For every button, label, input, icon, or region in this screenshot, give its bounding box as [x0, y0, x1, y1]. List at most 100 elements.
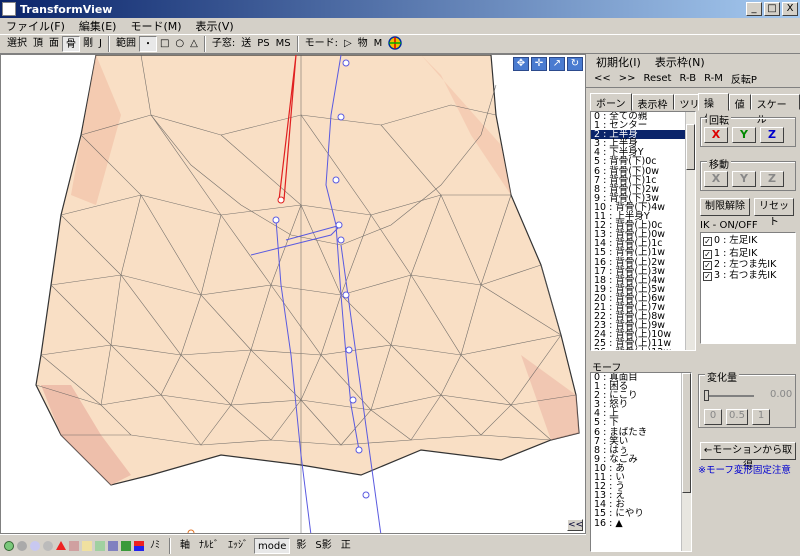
mode-label: モード: — [304, 38, 338, 49]
tool-rigid[interactable]: 剛 — [80, 36, 96, 52]
mode-toggle[interactable]: mode — [254, 537, 291, 554]
bone-list-item[interactable]: 26 : 背骨(上)12w — [591, 348, 695, 350]
change-value: 0.00 — [770, 389, 793, 400]
nav-next[interactable]: >> — [619, 73, 636, 84]
tool-range[interactable]: 範囲 — [113, 36, 139, 52]
joint-display-icon[interactable] — [82, 540, 92, 551]
morph-list-item[interactable]: 16 : ▲ — [591, 518, 691, 528]
ik-checkbox[interactable]: ✓ — [703, 261, 712, 270]
menu-file[interactable]: ファイル(F) — [6, 18, 65, 34]
slider-thumb[interactable] — [704, 390, 709, 401]
edge-toggle[interactable]: ｴｯｼﾞ — [225, 538, 251, 554]
tab-display-frame[interactable]: 表示枠 — [631, 94, 674, 111]
menu-view[interactable]: 表示(V) — [196, 18, 234, 34]
change-legend: 変化量 — [705, 369, 739, 384]
tool-play[interactable]: ▷ — [341, 36, 355, 52]
tool-m[interactable]: M — [371, 36, 386, 52]
menu-mode[interactable]: モード(M) — [130, 18, 181, 34]
morph-list[interactable]: 0 : 真面目 1 : 困る 2 : にこり 3 : 怒り 4 : 上5 : 下6 : … — [590, 372, 692, 552]
rotate-x-button[interactable]: X — [704, 127, 728, 143]
tool-joint[interactable]: J — [96, 36, 105, 52]
tool-ms[interactable]: MS — [273, 36, 294, 52]
tool-physics[interactable]: 物 — [355, 36, 371, 52]
tab-value[interactable]: 値 — [728, 94, 751, 111]
ortho-toggle[interactable]: 正 — [338, 538, 354, 554]
zoom-icon[interactable]: ↗ — [549, 57, 565, 71]
tab-scale[interactable]: スケール — [750, 94, 800, 126]
move-view-icon[interactable]: ✥ — [513, 57, 529, 71]
morph-notice: ※モーフ変形固定注意 — [698, 465, 791, 476]
maximize-button[interactable]: □ — [764, 2, 780, 16]
reset-button[interactable]: リセット — [754, 198, 794, 228]
change-half-button[interactable]: 0.5 — [726, 409, 748, 425]
tab-operation[interactable]: 操作 — [698, 93, 729, 125]
get-from-motion-button[interactable]: ←モーションから取得 — [700, 442, 796, 472]
menu-initialize[interactable]: 初期化(I) — [596, 54, 641, 70]
tool-circle[interactable]: ○ — [172, 36, 187, 52]
bone-display-icon[interactable] — [43, 540, 53, 551]
vertex-display-icon[interactable] — [4, 540, 14, 551]
minimize-button[interactable]: _ — [746, 2, 762, 16]
plant-icon[interactable] — [121, 540, 131, 551]
tool-send[interactable]: 送 — [238, 36, 254, 52]
pan-icon[interactable]: ✛ — [531, 57, 547, 71]
close-button[interactable]: X — [782, 2, 798, 16]
move-y-button[interactable]: Y — [732, 171, 756, 187]
ik-item-3: 3 : 右つま先IK — [714, 270, 777, 281]
child-window-label: 子窓: — [211, 38, 236, 49]
ik-checkbox[interactable]: ✓ — [703, 237, 712, 246]
nav-reset[interactable]: Reset — [644, 73, 672, 84]
ik-item-1: 1 : 右足IK — [714, 248, 758, 259]
change-0-button[interactable]: 0 — [704, 409, 722, 425]
tool-ps[interactable]: PS — [254, 36, 272, 52]
release-limit-button[interactable]: 制限解除 — [700, 198, 750, 216]
menu-edit[interactable]: 編集(E) — [79, 18, 117, 34]
rotate-z-button[interactable]: Z — [760, 127, 784, 143]
3d-viewport[interactable]: ✥ ✛ ↗ ↻ << — [0, 54, 586, 534]
menu-display-frame[interactable]: 表示枠(N) — [655, 54, 705, 70]
move-z-button[interactable]: Z — [760, 171, 784, 187]
globe-icon[interactable] — [385, 36, 405, 52]
tool-bone[interactable]: 骨 — [62, 36, 80, 52]
window-title: TransformView — [20, 2, 113, 16]
tool-face[interactable]: 面 — [46, 36, 62, 52]
move-legend: 移動 — [707, 156, 731, 171]
nav-rb[interactable]: R-B — [679, 73, 696, 84]
tool-select[interactable]: 選択 — [4, 36, 30, 52]
nav-flip[interactable]: 反転P — [731, 71, 757, 86]
tab-bone[interactable]: ボーン — [590, 93, 632, 111]
navi-toggle[interactable]: ﾅﾙﾋﾞ — [196, 538, 222, 554]
rotate-view-icon[interactable]: ↻ — [567, 57, 583, 71]
title-bar: TransformView _ □ X — [0, 0, 800, 18]
toolbar: 選択 頂 面 骨 剛 J 範囲 ・ □ ○ △ 子窓: 送 PS MS モード:… — [0, 34, 800, 54]
texture-display-icon[interactable] — [95, 540, 105, 551]
rotate-y-button[interactable]: Y — [732, 127, 756, 143]
bottom-toolbar: ﾉﾐ 軸 ﾅﾙﾋﾞ ｴｯｼﾞ mode 影 S影 正 — [0, 534, 586, 556]
collapse-panel-button[interactable]: << — [567, 519, 583, 531]
camera-icon[interactable] — [108, 540, 118, 551]
self-shadow-toggle[interactable]: S影 — [312, 538, 334, 554]
ik-list[interactable]: ✓ 0 : 左足IK ✓ 1 : 右足IK ✓ 2 : 左つま先IK ✓ 3 : 右つま… — [700, 232, 796, 344]
change-slider[interactable] — [704, 395, 754, 397]
ik-item-0: 0 : 左足IK — [714, 235, 758, 246]
tool-triangle[interactable]: △ — [187, 36, 201, 52]
triangle-red-icon[interactable] — [56, 541, 66, 550]
axis-toggle[interactable]: 軸 — [177, 538, 193, 554]
shadow-toggle[interactable]: 影 — [293, 538, 309, 554]
ik-checkbox[interactable]: ✓ — [703, 272, 712, 281]
color-icon[interactable] — [134, 540, 144, 551]
nav-prev[interactable]: << — [594, 73, 611, 84]
bone-list[interactable]: 0 : 全ての親 1 : センター 2 : 上半身 3 : 上半身 4 : 下半身Y 5 … — [590, 111, 696, 351]
tool-rect[interactable]: □ — [157, 36, 172, 52]
tool-vertex[interactable]: 頂 — [30, 36, 46, 52]
material-display-icon[interactable] — [30, 540, 40, 551]
rigid-display-icon[interactable] — [69, 540, 79, 551]
mesh-display-icon[interactable] — [17, 540, 27, 551]
nomi-toggle[interactable]: ﾉﾐ — [147, 538, 163, 554]
menu-bar: ファイル(F) 編集(E) モード(M) 表示(V) — [0, 18, 800, 34]
tool-point[interactable]: ・ — [138, 36, 157, 52]
nav-rm[interactable]: R-M — [704, 73, 723, 84]
ik-checkbox[interactable]: ✓ — [703, 250, 712, 259]
change-1-button[interactable]: 1 — [752, 409, 770, 425]
move-x-button[interactable]: X — [704, 171, 728, 187]
